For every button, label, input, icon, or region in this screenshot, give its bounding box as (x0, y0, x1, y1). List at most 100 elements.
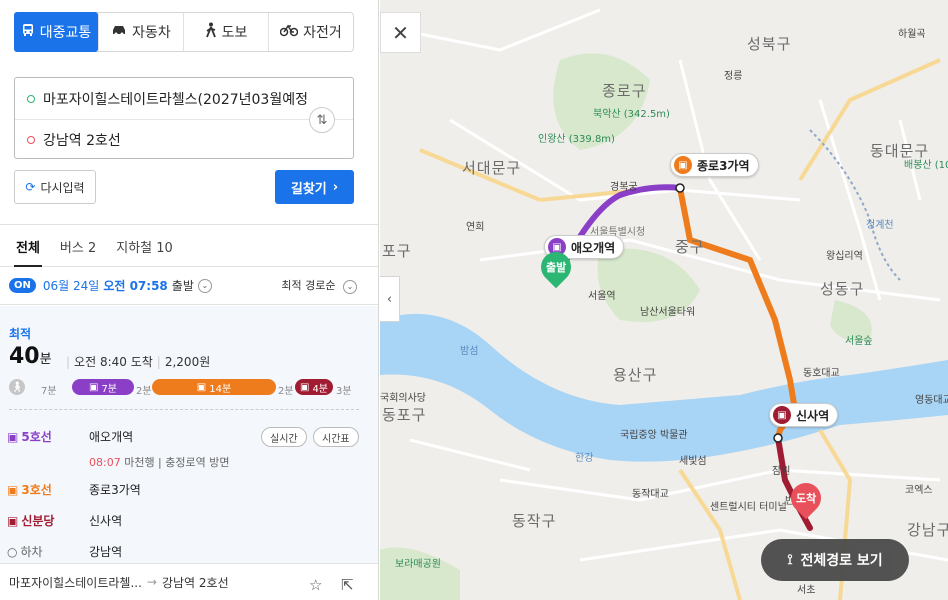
tab-all[interactable]: 전체 (6, 226, 50, 267)
place-label: 보라매공원 (395, 559, 441, 570)
subway-icon: ▣ (196, 381, 207, 393)
find-label: 길찾기 (290, 181, 327, 197)
route-result-card[interactable]: 최적 40분 | 오전 8:40 도착 | 2,200원 🚶︎ 7분 ▣ 7분 2분 ▣… (0, 306, 378, 563)
transport-mode-tabs: 대중교통 자동차 도보 자전거 (14, 12, 354, 52)
station-label: 신사역 (796, 408, 830, 423)
transfer-time: 2분 (136, 386, 152, 397)
district-label: 강남구 (907, 521, 948, 539)
place-label: 하월곡 (898, 29, 926, 40)
place-label: 국회의사당 (380, 393, 426, 404)
departure-date[interactable]: 06월 24일 (43, 277, 99, 294)
reset-label: 다시입력 (40, 180, 85, 195)
footer-origin: 마포자이힐스테이트라첼... (9, 575, 142, 590)
step-line: 3호선 (21, 483, 52, 497)
district-label: 동작구 (512, 512, 557, 530)
bicycle-icon (279, 23, 299, 41)
departure-time[interactable]: 오전 07:58 (103, 279, 167, 293)
arrival-time: 오전 8:40 도착 (74, 355, 153, 369)
place-label: 인왕산 (339.8m) (538, 134, 615, 145)
place-label: 동작대교 (632, 489, 669, 500)
subway-icon: ▣ (299, 381, 310, 393)
district-label: 중구 (675, 238, 705, 256)
destination-field[interactable]: 강남역 2호선 (15, 119, 353, 160)
star-icon[interactable]: ☆ (309, 576, 322, 594)
place-label: 서울숲 (845, 336, 873, 347)
origin-field[interactable]: 마포자이힐스테이트라첼스(2027년03월예정 (15, 78, 353, 119)
reset-button[interactable]: ⟳ 다시입력 (14, 170, 96, 204)
station-label: 애오개역 (571, 240, 616, 255)
step-line: 하차 (20, 545, 43, 559)
walk-icon: 🚶︎ (9, 379, 25, 395)
full-route-label: 전체경로 보기 (800, 553, 883, 569)
place-label: 연희 (466, 222, 485, 233)
timetable-button[interactable]: 시간표 (313, 427, 359, 447)
close-icon[interactable]: ✕ (380, 12, 421, 53)
departure-bar: ON 06월 24일 오전 07:58 출발 ⌄ 최적 경로순 ⌄ (0, 267, 378, 305)
arrow-icon: → (146, 575, 157, 589)
step-exit: ○ 하차 강남역 (7, 543, 122, 560)
station-label: 종로3가역 (697, 158, 750, 173)
place-label: 한강 (575, 453, 594, 464)
subway-icon: ▣ (773, 406, 791, 424)
destination-text: 강남역 2호선 (43, 133, 121, 149)
station-marker-sinsa[interactable]: ▣ 신사역 (769, 403, 839, 427)
on-badge[interactable]: ON (9, 278, 36, 293)
realtime-button[interactable]: 실시간 (261, 427, 307, 447)
station-marker-jongno[interactable]: ▣ 종로3가역 (670, 153, 759, 177)
place-label: 서울역 (588, 291, 616, 302)
segment-time: 4분 (312, 383, 328, 395)
line3-segment: ▣ 14분 (152, 379, 276, 395)
duration-value: 40 (9, 344, 40, 369)
district-label: 성동구 (820, 280, 865, 298)
mode-walk-button[interactable]: 도보 (183, 13, 268, 51)
route-icon: ⟟ (787, 552, 793, 568)
bus-icon (21, 23, 35, 41)
subway-icon: ▣ (7, 429, 19, 444)
mode-label: 대중교통 (39, 25, 92, 41)
route-meta: | 오전 8:40 도착 | 2,200원 (66, 355, 211, 369)
transfer-time: 2분 (278, 386, 294, 397)
step-line: 5호선 (21, 430, 52, 444)
place-label: 국립중앙 박물관 (620, 430, 688, 441)
tab-subway[interactable]: 지하철 10 (106, 226, 183, 266)
refresh-icon: ⟳ (25, 180, 36, 194)
step-board: ▣ 5호선 애오개역 (7, 428, 133, 445)
chevron-down-icon[interactable]: ⌄ (197, 278, 212, 293)
collapse-panel-icon[interactable]: ‹ (380, 276, 400, 322)
subway-icon: ▣ (7, 482, 19, 497)
chevron-down-icon: ⌄ (343, 280, 357, 294)
mode-label: 자전거 (303, 25, 342, 41)
full-route-button[interactable]: ⟟ 전체경로 보기 (761, 539, 909, 581)
district-label: 동포구 (382, 406, 427, 424)
swap-icon[interactable]: ⇅ (309, 107, 335, 133)
result-tabs: 전체 버스 2 지하철 10 (0, 226, 378, 267)
place-label: 센트럴시티 터미널 (710, 502, 787, 513)
destination-dot-icon (27, 136, 35, 144)
duration-unit: 분 (39, 352, 52, 367)
step-station: 강남역 (89, 545, 123, 559)
origin-dot-icon (27, 94, 35, 103)
divider (9, 409, 359, 410)
route-footer: 마포자이힐스테이트라첼... → 강남역 2호선 ☆ ⇱ (0, 563, 378, 600)
car-icon (111, 23, 127, 41)
district-label: 성북구 (747, 35, 792, 53)
place-label: 영동대교 (915, 395, 948, 406)
sort-select[interactable]: 최적 경로순 ⌄ (281, 277, 357, 294)
mode-transit-button[interactable]: 대중교통 (14, 12, 98, 52)
share-icon[interactable]: ⇱ (341, 576, 354, 594)
place-label: 경복궁 (610, 182, 638, 193)
place-label: 남산서울타워 (640, 307, 696, 318)
sinbundang-segment: ▣ 4분 (295, 379, 333, 395)
place-label: 북악산 (342.5m) (593, 109, 670, 120)
train-time: 08:07 (89, 456, 121, 469)
map-canvas[interactable]: 성북구 종로구 서대문구 동대문구 중구 성동구 용산구 동작구 강남구 포구 … (380, 0, 948, 600)
place-label: 세빛섬 (679, 456, 707, 467)
tab-bus[interactable]: 버스 2 (50, 226, 106, 266)
step-transfer: ▣ 신분당 신사역 (7, 512, 122, 529)
find-route-button[interactable]: 길찾기 › (275, 170, 354, 204)
mode-car-button[interactable]: 자동차 (98, 13, 183, 51)
mode-label: 자동차 (132, 25, 171, 41)
district-label: 종로구 (602, 82, 647, 100)
mode-bicycle-button[interactable]: 자전거 (268, 13, 353, 51)
place-label: 잠원 (772, 466, 791, 477)
